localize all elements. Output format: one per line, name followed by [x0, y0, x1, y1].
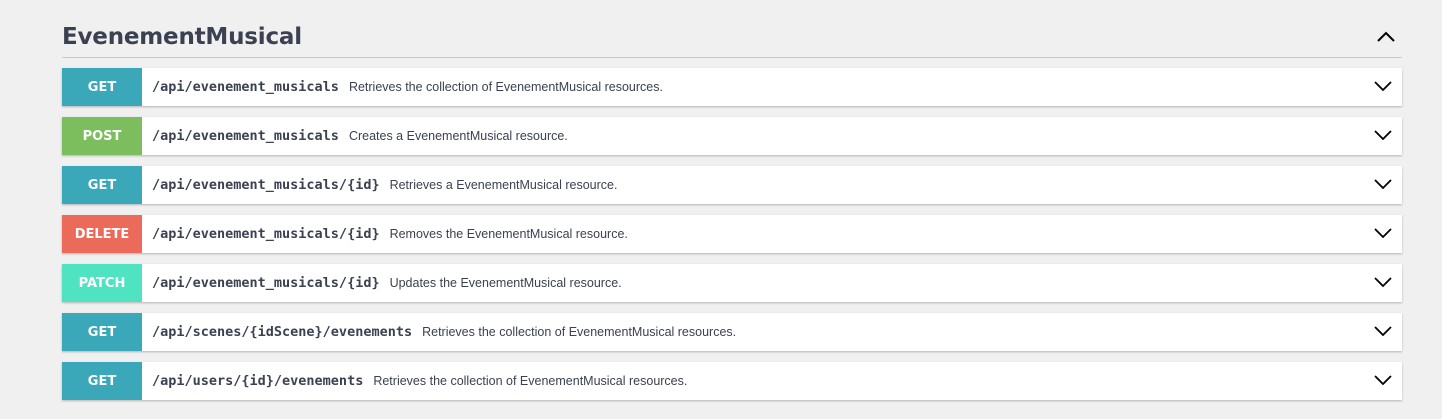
api-section: EvenementMusical GET /api/evenement_musi… — [62, 0, 1402, 411]
operation-summary: Retrieves a EvenementMusical resource. — [389, 178, 618, 192]
chevron-down-icon[interactable] — [1372, 75, 1394, 97]
method-badge: GET — [62, 166, 142, 204]
method-badge: GET — [62, 313, 142, 351]
method-badge: PATCH — [62, 264, 142, 302]
operation-row[interactable]: GET /api/evenement_musicals/{id} Retriev… — [62, 166, 1402, 204]
operation-summary: Retrieves the collection of EvenementMus… — [422, 325, 737, 339]
operation-path: /api/evenement_musicals/{id} — [152, 177, 380, 193]
method-badge: DELETE — [62, 215, 142, 253]
operation-path: /api/users/{id}/evenements — [152, 373, 364, 389]
operation-row[interactable]: GET /api/scenes/{idScene}/evenements Ret… — [62, 313, 1402, 351]
method-badge: GET — [62, 362, 142, 400]
operation-summary: Removes the EvenementMusical resource. — [389, 227, 628, 241]
chevron-down-icon[interactable] — [1372, 369, 1394, 391]
operation-path: /api/scenes/{idScene}/evenements — [152, 324, 413, 340]
operation-summary: Updates the EvenementMusical resource. — [389, 276, 622, 290]
chevron-down-icon[interactable] — [1372, 222, 1394, 244]
operations-list: GET /api/evenement_musicals Retrieves th… — [62, 68, 1402, 400]
operation-path: /api/evenement_musicals/{id} — [152, 226, 380, 242]
method-badge: POST — [62, 117, 142, 155]
operation-path: /api/evenement_musicals/{id} — [152, 275, 380, 291]
operation-summary: Creates a EvenementMusical resource. — [348, 129, 568, 143]
operation-row[interactable]: DELETE /api/evenement_musicals/{id} Remo… — [62, 215, 1402, 253]
section-header[interactable]: EvenementMusical — [62, 0, 1402, 58]
chevron-down-icon[interactable] — [1372, 173, 1394, 195]
operation-summary: Retrieves the collection of EvenementMus… — [373, 374, 688, 388]
operation-path: /api/evenement_musicals — [152, 79, 339, 95]
operation-summary: Retrieves the collection of EvenementMus… — [348, 80, 663, 94]
operation-row[interactable]: GET /api/evenement_musicals Retrieves th… — [62, 68, 1402, 106]
section-title: EvenementMusical — [62, 23, 302, 50]
operation-path: /api/evenement_musicals — [152, 128, 339, 144]
method-badge: GET — [62, 68, 142, 106]
operation-row[interactable]: GET /api/users/{id}/evenements Retrieves… — [62, 362, 1402, 400]
operation-row[interactable]: PATCH /api/evenement_musicals/{id} Updat… — [62, 264, 1402, 302]
chevron-down-icon[interactable] — [1372, 271, 1394, 293]
chevron-up-icon[interactable] — [1374, 25, 1398, 49]
chevron-down-icon[interactable] — [1372, 320, 1394, 342]
operation-row[interactable]: POST /api/evenement_musicals Creates a E… — [62, 117, 1402, 155]
chevron-down-icon[interactable] — [1372, 124, 1394, 146]
